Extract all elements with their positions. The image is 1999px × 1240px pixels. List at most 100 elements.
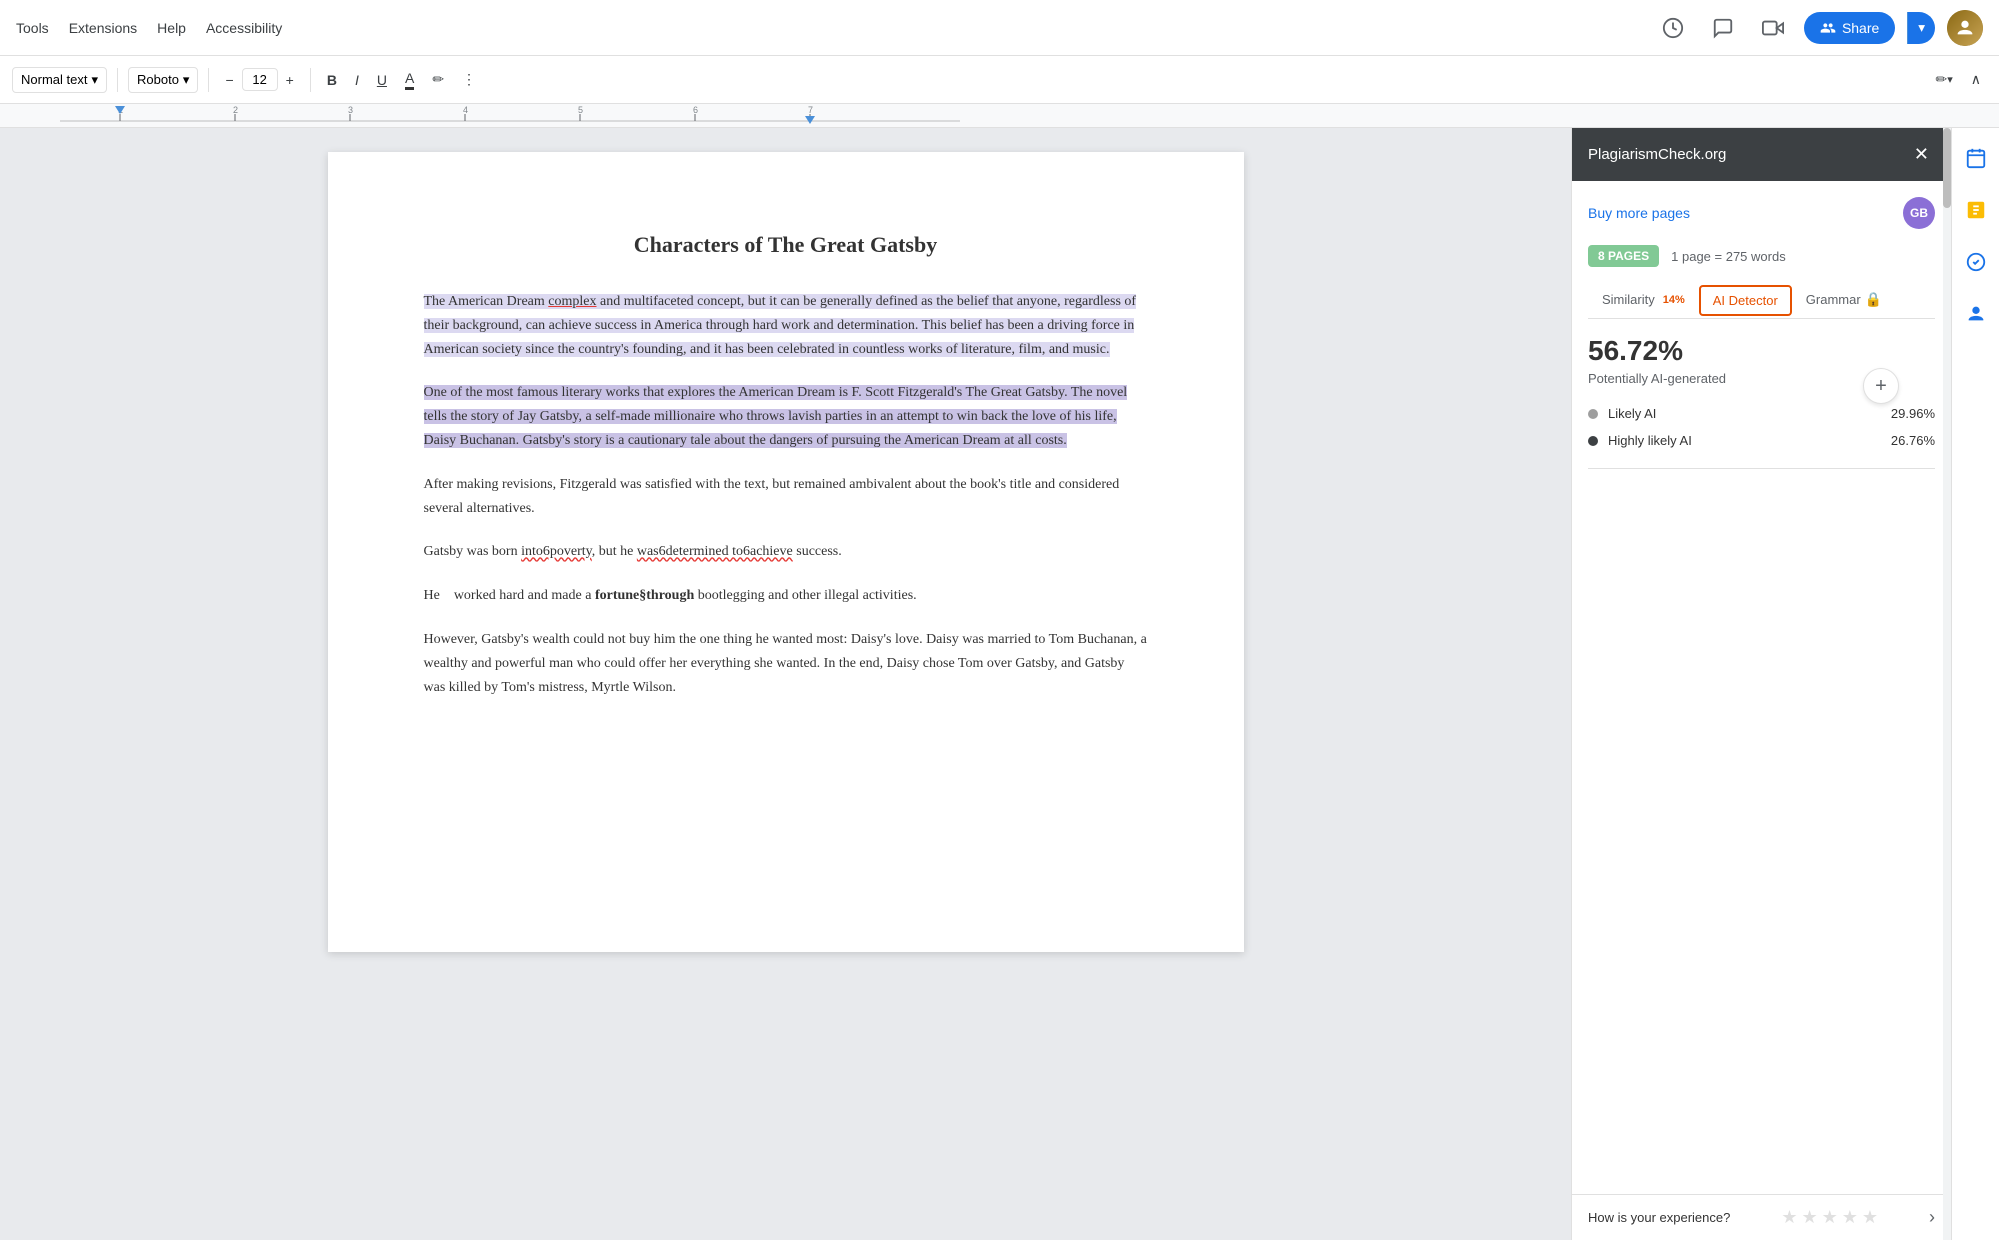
user-avatar[interactable] [1947,10,1983,46]
complex-word: complex [548,294,596,309]
ai-percentage: 56.72% [1588,335,1935,367]
experience-row: How is your experience? ★ ★ ★ ★ ★ › [1572,1194,1951,1240]
underline-button[interactable]: U [371,68,393,92]
ruler-svg: 1 2 3 4 5 6 7 [60,106,960,126]
ruler: 1 2 3 4 5 6 7 [0,104,1999,128]
paragraph-1: The American Dream complex and multiface… [424,290,1148,361]
italic-button[interactable]: I [349,68,365,92]
svg-text:7: 7 [808,106,813,115]
side-panel-close-button[interactable]: ✕ [1908,142,1935,167]
font-size-decrease[interactable]: − [219,68,239,92]
toolbar-collapse-button[interactable]: ∧ [1965,67,1987,92]
toolbar-separator-2 [208,68,209,92]
lock-icon: 🔒 [1865,291,1882,308]
pages-badge: 8 PAGES [1588,245,1659,267]
chevron-right-icon[interactable]: › [1929,1207,1935,1228]
similarity-badge: 14% [1663,294,1685,306]
svg-text:4: 4 [463,106,468,115]
scrollbar-track[interactable] [1943,128,1951,1240]
toolbar-right: ✏ ▾ ∧ [1929,67,1987,92]
menu-extensions[interactable]: Extensions [69,20,137,36]
ai-pct-likely: 29.96% [1891,406,1935,421]
top-bar: Tools Extensions Help Accessibility Shar… [0,0,1999,56]
toolbar-separator-3 [310,68,311,92]
svg-text:5: 5 [578,106,583,115]
tab-ai-detector[interactable]: AI Detector [1699,285,1792,316]
document-page: Characters of The Great Gatsby The Ameri… [328,152,1244,952]
document-area: Characters of The Great Gatsby The Ameri… [0,128,1571,1240]
paragraph-3: After making revisions, Fitzgerald was s… [424,473,1148,521]
svg-text:6: 6 [693,106,698,115]
buy-pages-link[interactable]: Buy more pages [1588,205,1690,221]
paragraph-6: However, Gatsby's wealth could not buy h… [424,628,1148,699]
star-5[interactable]: ★ [1862,1207,1878,1228]
toolbar: Normal text ▾ Roboto ▾ − 12 + B I U A ✏ … [0,56,1999,104]
experience-label: How is your experience? [1588,1210,1730,1225]
ai-pct-highly: 26.76% [1891,433,1935,448]
tabs-row: Similarity 14% AI Detector Grammar 🔒 [1588,283,1935,319]
share-dropdown-button[interactable]: ▾ [1907,12,1935,44]
editing-mode-button[interactable]: ✏ ▾ [1929,67,1958,92]
bold-phrase: fortune§through [595,588,694,603]
font-size-control: − 12 + [219,68,299,92]
add-button[interactable]: + [1863,368,1899,404]
history-icon[interactable] [1654,9,1692,47]
tasks-icon[interactable] [1958,192,1994,228]
star-2[interactable]: ★ [1801,1207,1817,1228]
document-title: Characters of The Great Gatsby [424,232,1148,258]
pages-description: 1 page = 275 words [1671,249,1786,264]
highlight-button[interactable]: ✏ [426,67,450,92]
menu-accessibility[interactable]: Accessibility [206,20,282,36]
font-size-input[interactable]: 12 [242,68,278,91]
text-style-dropdown[interactable]: Normal text ▾ [12,67,107,93]
star-3[interactable]: ★ [1822,1207,1838,1228]
comments-icon[interactable] [1704,9,1742,47]
side-panel-header: PlagiarismCheck.org ✕ [1572,128,1951,181]
text-span: The American Dream complex and multiface… [424,294,1137,357]
share-button[interactable]: Share [1804,12,1895,44]
paragraph-4: Gatsby was born into6poverty, but he was… [424,540,1148,564]
checkmarks-icon[interactable] [1958,244,1994,280]
font-dropdown[interactable]: Roboto ▾ [128,67,198,93]
side-panel-title: PlagiarismCheck.org [1588,146,1726,163]
toolbar-separator [117,68,118,92]
tab-grammar[interactable]: Grammar 🔒 [1792,283,1896,318]
svg-text:3: 3 [348,106,353,115]
ai-dot-light [1588,409,1598,419]
paragraph-2: One of the most famous literary works th… [424,381,1148,452]
menu-help[interactable]: Help [157,20,186,36]
ai-bar-highly-likely: Highly likely AI 26.76% [1588,433,1935,448]
ai-dot-dark [1588,436,1598,446]
underline-phrase-1: was6determined to6achieve [637,544,793,559]
divider [1588,468,1935,469]
paragraph-5: He worked hard and made a fortune§throug… [424,584,1148,608]
side-panel-body: Buy more pages GB 8 PAGES 1 page = 275 w… [1572,181,1951,1240]
buy-pages-row: Buy more pages GB [1588,197,1935,229]
stars-row: ★ ★ ★ ★ ★ [1781,1207,1878,1228]
star-4[interactable]: ★ [1842,1207,1858,1228]
text-span-highlighted: One of the most famous literary works th… [424,385,1128,448]
font-color-button[interactable]: A [399,66,420,94]
underline-word-1: into6poverty [521,544,592,559]
side-panel: PlagiarismCheck.org ✕ Buy more pages GB … [1571,128,1951,1240]
meet-icon[interactable] [1754,9,1792,47]
top-bar-right: Share ▾ [1654,9,1983,47]
more-options-button[interactable]: ⋮ [456,67,482,92]
right-sidebar [1951,128,1999,1240]
tab-similarity[interactable]: Similarity 14% [1588,284,1699,317]
svg-text:2: 2 [233,106,238,115]
top-bar-left: Tools Extensions Help Accessibility [16,20,282,36]
bold-button[interactable]: B [321,68,343,92]
menu-bar: Tools Extensions Help Accessibility [16,20,282,36]
menu-tools[interactable]: Tools [16,20,49,36]
gb-badge: GB [1903,197,1935,229]
person-icon[interactable] [1958,296,1994,332]
ai-bar-likely: Likely AI 29.96% [1588,406,1935,421]
font-size-increase[interactable]: + [280,68,300,92]
ai-label-likely: Likely AI [1608,406,1891,421]
calendar-icon[interactable] [1958,140,1994,176]
ai-label-highly: Highly likely AI [1608,433,1891,448]
chevron-down-icon: ▾ [183,72,190,88]
scrollbar-thumb[interactable] [1943,128,1951,208]
star-1[interactable]: ★ [1781,1207,1797,1228]
